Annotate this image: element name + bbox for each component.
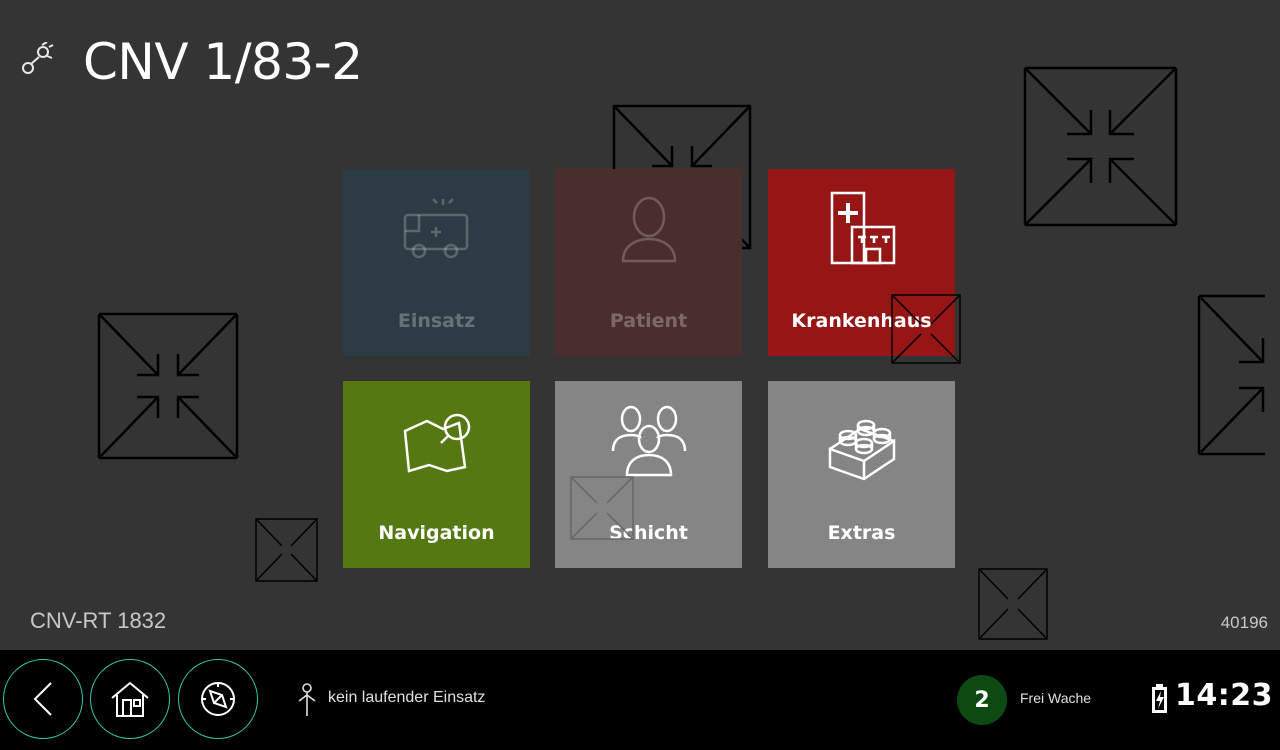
device-code: 40196: [1220, 613, 1268, 632]
tile-einsatz[interactable]: Einsatz: [343, 169, 530, 356]
tile-label: Patient: [609, 310, 688, 332]
puzzle-brick-icon: [822, 401, 902, 481]
status-badge[interactable]: 2: [957, 675, 1007, 725]
background-compress-glyph: [978, 568, 1048, 640]
compass-button[interactable]: [178, 659, 258, 739]
hospital-icon: [822, 189, 902, 269]
map-search-icon: [397, 401, 477, 481]
compass-icon: [201, 682, 235, 716]
back-button[interactable]: [3, 659, 83, 739]
background-compress-glyph: [891, 294, 961, 364]
background-compress-glyph: [1023, 66, 1178, 227]
battery-charging-icon: [1151, 684, 1168, 714]
patient-icon: [609, 189, 689, 269]
background-compress-glyph: [97, 312, 239, 460]
tile-label: Extras: [827, 522, 896, 544]
background-expand-glyph: [1197, 294, 1267, 456]
tile-patient[interactable]: Patient: [555, 169, 742, 356]
status-label: Frei Wache: [1020, 690, 1092, 706]
chevron-left-icon: [33, 682, 52, 716]
tile-navigation[interactable]: Navigation: [343, 381, 530, 568]
tile-extras[interactable]: Extras: [768, 381, 955, 568]
ambulance-icon: [397, 189, 477, 269]
mission-status-text: kein laufender Einsatz: [328, 689, 486, 706]
connection-icon[interactable]: [20, 41, 54, 78]
team-icon: [609, 401, 689, 481]
clock: 14:23: [1175, 678, 1273, 713]
tile-label: Navigation: [378, 522, 495, 544]
person-standing-icon: [297, 683, 317, 717]
vehicle-id: CNV-RT 1832: [30, 608, 167, 633]
background-compress-glyph: [255, 518, 318, 582]
screen: CNV 1/83-2 Einsatz Patient Krankenhaus N…: [0, 0, 1280, 750]
tile-label: Einsatz: [397, 310, 476, 332]
home-button[interactable]: [90, 659, 170, 739]
background-compress-glyph: [570, 476, 634, 540]
home-icon: [111, 681, 149, 717]
page-title: CNV 1/83-2: [83, 33, 363, 91]
main-area: CNV 1/83-2 Einsatz Patient Krankenhaus N…: [0, 0, 1280, 650]
